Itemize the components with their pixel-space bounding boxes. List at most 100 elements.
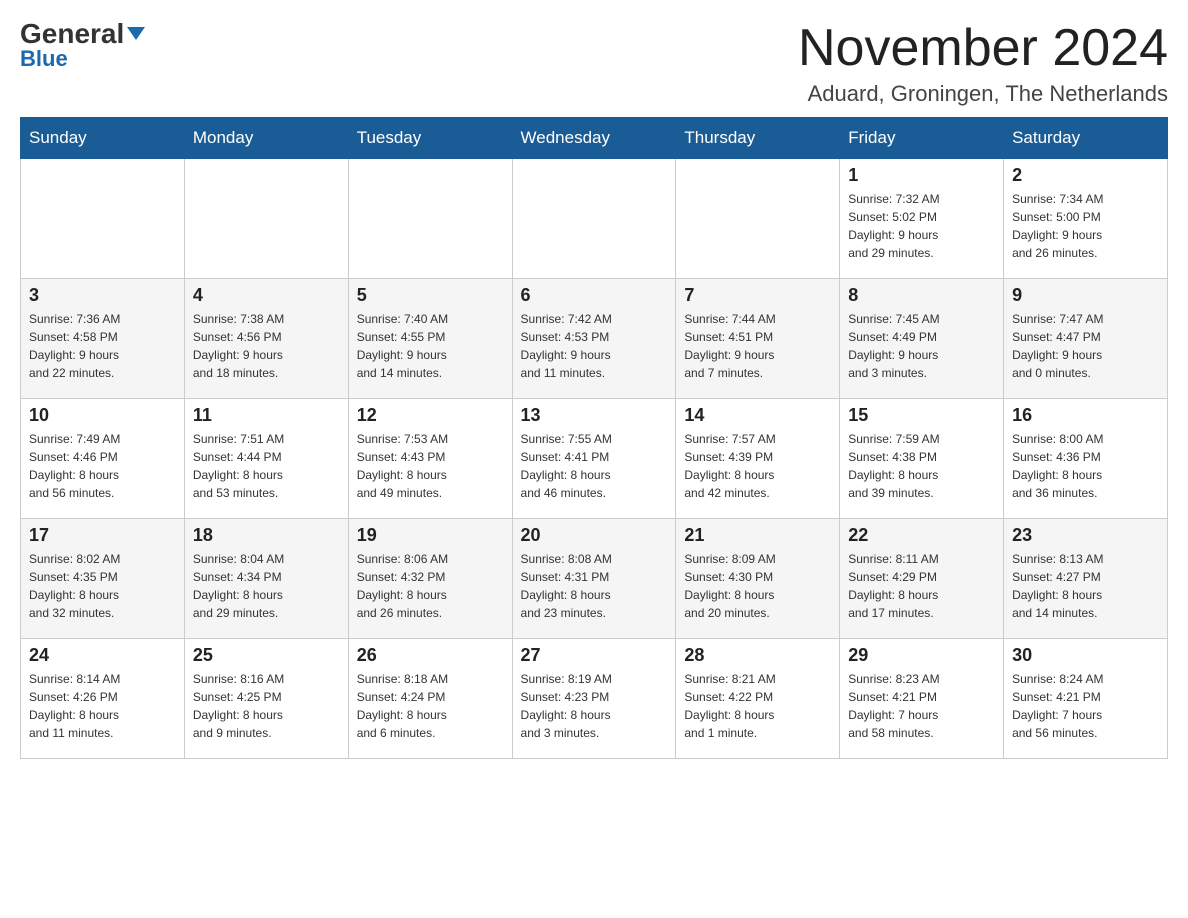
logo: General Blue [20,20,145,72]
day-info: Sunrise: 7:47 AMSunset: 4:47 PMDaylight:… [1012,310,1159,382]
header-tuesday: Tuesday [348,118,512,159]
day-cell: 9 Sunrise: 7:47 AMSunset: 4:47 PMDaylight… [1004,279,1168,399]
day-info: Sunrise: 7:53 AMSunset: 4:43 PMDaylight:… [357,430,504,502]
day-cell: 22Sunrise: 8:11 AMSunset: 4:29 PMDayligh… [840,519,1004,639]
day-info: Sunrise: 8:14 AMSunset: 4:26 PMDaylight:… [29,670,176,742]
day-info: Sunrise: 7:49 AMSunset: 4:46 PMDaylight:… [29,430,176,502]
logo-blue: Blue [20,46,68,72]
day-cell: 8 Sunrise: 7:45 AMSunset: 4:49 PMDaylight… [840,279,1004,399]
day-info: Sunrise: 8:24 AMSunset: 4:21 PMDaylight:… [1012,670,1159,742]
day-number: 16 [1012,405,1159,426]
day-number: 25 [193,645,340,666]
day-number: 10 [29,405,176,426]
header-friday: Friday [840,118,1004,159]
day-cell: 3Sunrise: 7:36 AMSunset: 4:58 PMDaylight… [21,279,185,399]
day-number: 22 [848,525,995,546]
day-cell: 27Sunrise: 8:19 AMSunset: 4:23 PMDayligh… [512,639,676,759]
day-number: 13 [521,405,668,426]
day-cell: 28Sunrise: 8:21 AMSunset: 4:22 PMDayligh… [676,639,840,759]
day-cell: 18 Sunrise: 8:04 AMSunset: 4:34 PMDayligh… [184,519,348,639]
day-number: 11 [193,405,340,426]
header-wednesday: Wednesday [512,118,676,159]
day-number: 14 [684,405,831,426]
day-info: Sunrise: 8:06 AMSunset: 4:32 PMDaylight:… [357,550,504,622]
day-info: Sunrise: 8:23 AMSunset: 4:21 PMDaylight:… [848,670,995,742]
day-number: 6 [521,285,668,306]
day-cell: 24 Sunrise: 8:14 AMSunset: 4:26 PMDayligh… [21,639,185,759]
day-info: Sunrise: 8:09 AMSunset: 4:30 PMDaylight:… [684,550,831,622]
day-info: Sunrise: 8:04 AMSunset: 4:34 PMDaylight:… [193,550,340,622]
day-cell: 11Sunrise: 7:51 AMSunset: 4:44 PMDayligh… [184,399,348,519]
day-number: 3 [29,285,176,306]
day-number: 26 [357,645,504,666]
calendar-table: SundayMondayTuesdayWednesdayThursdayFrid… [20,117,1168,759]
day-cell [348,159,512,279]
page-header: General Blue November 2024 Aduard, Groni… [20,20,1168,107]
day-cell: 14 Sunrise: 7:57 AMSunset: 4:39 PMDayligh… [676,399,840,519]
day-number: 18 [193,525,340,546]
day-info: Sunrise: 7:59 AMSunset: 4:38 PMDaylight:… [848,430,995,502]
day-info: Sunrise: 8:19 AMSunset: 4:23 PMDaylight:… [521,670,668,742]
title-section: November 2024 Aduard, Groningen, The Net… [798,20,1168,107]
day-cell: 4 Sunrise: 7:38 AMSunset: 4:56 PMDaylight… [184,279,348,399]
calendar-title: November 2024 [798,20,1168,77]
day-number: 9 [1012,285,1159,306]
week-row-4: 17 Sunrise: 8:02 AMSunset: 4:35 PMDayligh… [21,519,1168,639]
day-number: 15 [848,405,995,426]
day-info: Sunrise: 7:32 AMSunset: 5:02 PMDaylight:… [848,190,995,262]
day-cell: 1 Sunrise: 7:32 AMSunset: 5:02 PMDaylight… [840,159,1004,279]
day-cell: 2 Sunrise: 7:34 AMSunset: 5:00 PMDaylight… [1004,159,1168,279]
day-cell [21,159,185,279]
day-number: 19 [357,525,504,546]
day-info: Sunrise: 8:02 AMSunset: 4:35 PMDaylight:… [29,550,176,622]
day-number: 24 [29,645,176,666]
day-cell: 10 Sunrise: 7:49 AMSunset: 4:46 PMDayligh… [21,399,185,519]
day-cell [184,159,348,279]
week-row-3: 10 Sunrise: 7:49 AMSunset: 4:46 PMDayligh… [21,399,1168,519]
day-info: Sunrise: 7:45 AMSunset: 4:49 PMDaylight:… [848,310,995,382]
day-number: 1 [848,165,995,186]
day-cell: 15 Sunrise: 7:59 AMSunset: 4:38 PMDayligh… [840,399,1004,519]
day-cell [676,159,840,279]
day-cell: 30 Sunrise: 8:24 AMSunset: 4:21 PMDayligh… [1004,639,1168,759]
header-thursday: Thursday [676,118,840,159]
day-number: 30 [1012,645,1159,666]
day-number: 7 [684,285,831,306]
day-number: 2 [1012,165,1159,186]
day-info: Sunrise: 7:38 AMSunset: 4:56 PMDaylight:… [193,310,340,382]
day-number: 29 [848,645,995,666]
day-cell: 17 Sunrise: 8:02 AMSunset: 4:35 PMDayligh… [21,519,185,639]
day-number: 21 [684,525,831,546]
header-monday: Monday [184,118,348,159]
day-cell: 13 Sunrise: 7:55 AMSunset: 4:41 PMDayligh… [512,399,676,519]
logo-general: General [20,20,145,48]
day-info: Sunrise: 8:18 AMSunset: 4:24 PMDaylight:… [357,670,504,742]
week-row-5: 24 Sunrise: 8:14 AMSunset: 4:26 PMDayligh… [21,639,1168,759]
day-info: Sunrise: 7:44 AMSunset: 4:51 PMDaylight:… [684,310,831,382]
day-cell: 5 Sunrise: 7:40 AMSunset: 4:55 PMDaylight… [348,279,512,399]
header-row: SundayMondayTuesdayWednesdayThursdayFrid… [21,118,1168,159]
day-info: Sunrise: 7:40 AMSunset: 4:55 PMDaylight:… [357,310,504,382]
day-number: 17 [29,525,176,546]
header-sunday: Sunday [21,118,185,159]
day-info: Sunrise: 8:08 AMSunset: 4:31 PMDaylight:… [521,550,668,622]
day-info: Sunrise: 7:57 AMSunset: 4:39 PMDaylight:… [684,430,831,502]
day-cell: 26 Sunrise: 8:18 AMSunset: 4:24 PMDayligh… [348,639,512,759]
day-info: Sunrise: 7:55 AMSunset: 4:41 PMDaylight:… [521,430,668,502]
day-number: 4 [193,285,340,306]
header-saturday: Saturday [1004,118,1168,159]
day-cell: 12 Sunrise: 7:53 AMSunset: 4:43 PMDayligh… [348,399,512,519]
day-number: 12 [357,405,504,426]
day-number: 20 [521,525,668,546]
day-cell: 21 Sunrise: 8:09 AMSunset: 4:30 PMDayligh… [676,519,840,639]
day-number: 5 [357,285,504,306]
day-number: 23 [1012,525,1159,546]
day-number: 8 [848,285,995,306]
week-row-1: 1 Sunrise: 7:32 AMSunset: 5:02 PMDaylight… [21,159,1168,279]
day-info: Sunrise: 8:00 AMSunset: 4:36 PMDaylight:… [1012,430,1159,502]
day-info: Sunrise: 7:34 AMSunset: 5:00 PMDaylight:… [1012,190,1159,262]
day-cell: 16 Sunrise: 8:00 AMSunset: 4:36 PMDayligh… [1004,399,1168,519]
day-cell: 23Sunrise: 8:13 AMSunset: 4:27 PMDayligh… [1004,519,1168,639]
day-cell: 29 Sunrise: 8:23 AMSunset: 4:21 PMDayligh… [840,639,1004,759]
day-cell: 6Sunrise: 7:42 AMSunset: 4:53 PMDaylight… [512,279,676,399]
